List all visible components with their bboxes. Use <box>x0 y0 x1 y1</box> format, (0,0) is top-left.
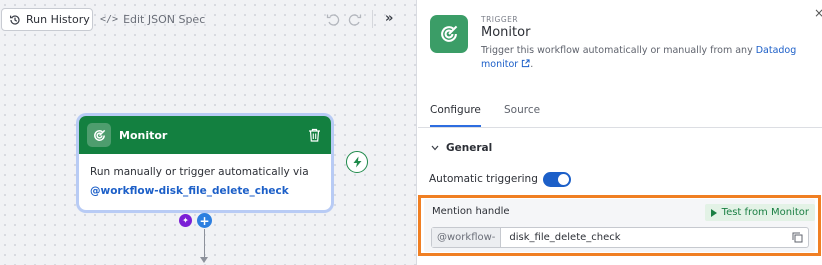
close-icon[interactable]: × <box>814 6 822 18</box>
node-mention-handle[interactable]: @workflow-disk_file_delete_check <box>90 182 320 201</box>
run-history-label: Run History <box>26 13 90 26</box>
external-link-icon <box>522 59 530 68</box>
connector-line <box>204 229 205 259</box>
mention-handle-field[interactable]: @workflow- disk_file_delete_check <box>431 227 809 248</box>
copy-icon[interactable] <box>792 232 803 243</box>
automatic-triggering-label: Automatic triggering <box>429 173 538 185</box>
test-from-monitor-label: Test from Monitor <box>721 207 809 218</box>
run-history-button[interactable]: Run History <box>1 8 93 31</box>
toggle-knob <box>558 174 569 185</box>
node-header: Monitor <box>79 116 331 154</box>
mention-handle-label: Mention handle <box>432 206 510 217</box>
trigger-config-panel: TRIGGER Monitor Trigger this workflow au… <box>418 0 822 265</box>
monitor-node[interactable]: Monitor Run manually or trigger automati… <box>79 116 331 210</box>
chevron-down-icon <box>431 145 439 151</box>
tab-source[interactable]: Source <box>504 104 540 125</box>
panel-description-suffix: . <box>530 59 534 70</box>
panel-eyebrow: TRIGGER <box>481 15 519 24</box>
undo-icon[interactable] <box>326 12 340 26</box>
play-icon <box>710 208 717 217</box>
automatic-triggering-toggle[interactable] <box>543 172 571 187</box>
panel-description-text: Trigger this workflow automatically or m… <box>481 45 756 56</box>
ai-suggest-icon[interactable]: ✦ <box>179 214 192 227</box>
monitor-trigger-icon <box>430 15 468 53</box>
workflow-canvas[interactable]: Run History </> Edit JSON Spec » Monitor… <box>0 0 417 265</box>
mention-handle-section: Mention handle Test from Monitor @workfl… <box>424 199 815 252</box>
add-step-button[interactable]: + <box>197 213 212 228</box>
node-body: Run manually or trigger automatically vi… <box>79 154 331 210</box>
monitor-trigger-icon <box>87 123 111 147</box>
panel-tabs: Configure Source <box>418 100 822 128</box>
general-section-toggle[interactable]: General <box>431 142 492 154</box>
collapse-panel-icon[interactable]: » <box>385 11 393 26</box>
redo-icon[interactable] <box>348 12 362 26</box>
mention-handle-input[interactable]: disk_file_delete_check <box>501 228 808 247</box>
test-from-monitor-button[interactable]: Test from Monitor <box>704 204 815 221</box>
mention-handle-highlight: Mention handle Test from Monitor @workfl… <box>418 195 821 256</box>
node-title: Monitor <box>119 128 168 142</box>
toolbar-divider <box>372 10 373 28</box>
code-icon: </> <box>100 14 119 25</box>
lightning-bolt-icon[interactable] <box>346 151 368 173</box>
trash-icon[interactable] <box>308 128 321 142</box>
edit-json-button[interactable]: </> Edit JSON Spec <box>100 8 205 31</box>
general-section-title: General <box>446 142 493 154</box>
panel-title: Monitor <box>481 25 531 40</box>
tab-configure[interactable]: Configure <box>430 104 481 127</box>
history-icon <box>10 14 20 25</box>
node-description: Run manually or trigger automatically vi… <box>90 166 309 178</box>
canvas-toolbar: Run History </> Edit JSON Spec » <box>0 0 416 38</box>
edit-json-label: Edit JSON Spec <box>123 13 206 26</box>
panel-description: Trigger this workflow automatically or m… <box>481 44 811 72</box>
mention-handle-prefix: @workflow- <box>432 228 502 247</box>
connector-arrow <box>200 257 208 263</box>
